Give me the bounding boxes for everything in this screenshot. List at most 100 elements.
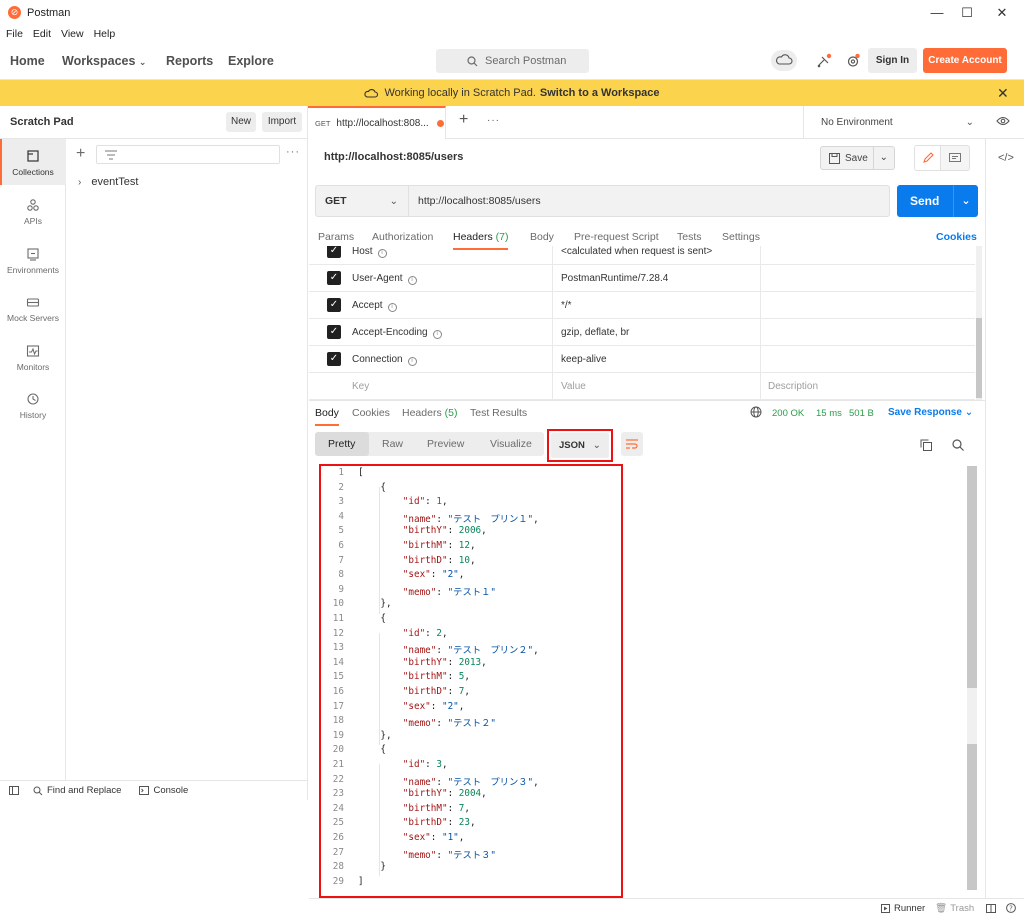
chevron-down-icon[interactable]: ⌄ bbox=[872, 147, 888, 169]
send-button[interactable]: Send ⌄ bbox=[897, 185, 978, 217]
comments-icon[interactable] bbox=[941, 145, 970, 171]
chevron-down-icon[interactable]: ⌄ bbox=[953, 185, 978, 217]
new-button[interactable]: New bbox=[226, 112, 256, 132]
nav-explore[interactable]: Explore bbox=[228, 54, 274, 68]
help-icon[interactable]: ? bbox=[1006, 903, 1017, 913]
create-account-button[interactable]: Create Account bbox=[923, 48, 1007, 73]
tab-tests[interactable]: Tests bbox=[677, 231, 702, 243]
response-tab-headers[interactable]: Headers (5) bbox=[402, 407, 457, 419]
trash-button[interactable]: Trash bbox=[950, 903, 974, 914]
sidebar-toggle-icon[interactable] bbox=[9, 786, 19, 795]
tab-pre-request-script[interactable]: Pre-request Script bbox=[574, 231, 659, 243]
edit-pencil-icon[interactable] bbox=[914, 145, 941, 171]
scrollbar-thumb[interactable] bbox=[976, 318, 982, 398]
view-preview[interactable]: Preview bbox=[427, 438, 464, 450]
rail-mock-servers[interactable]: Mock Servers bbox=[0, 295, 66, 323]
copy-icon[interactable] bbox=[920, 439, 932, 451]
cookies-link[interactable]: Cookies bbox=[936, 231, 977, 243]
info-icon[interactable]: i bbox=[387, 303, 397, 312]
switch-workspace-link[interactable]: Switch to a Workspace bbox=[540, 87, 660, 99]
info-icon[interactable]: i bbox=[377, 249, 387, 258]
response-tab-cookies[interactable]: Cookies bbox=[352, 407, 390, 419]
info-icon[interactable]: i bbox=[407, 276, 417, 285]
close-window-button[interactable]: ✕ bbox=[985, 0, 1019, 26]
request-tab[interactable]: GET http://localhost:808... bbox=[308, 106, 446, 139]
code-snippet-icon[interactable]: </> bbox=[998, 152, 1014, 164]
satellite-icon[interactable] bbox=[816, 53, 832, 69]
value-placeholder[interactable]: Value bbox=[561, 381, 586, 392]
menu-edit[interactable]: Edit bbox=[33, 28, 51, 40]
wrap-lines-icon[interactable] bbox=[621, 432, 643, 456]
tab-authorization[interactable]: Authorization bbox=[372, 231, 433, 243]
search-icon[interactable] bbox=[952, 439, 964, 451]
tab-settings[interactable]: Settings bbox=[722, 231, 760, 243]
response-size[interactable]: 501 B bbox=[849, 408, 874, 419]
view-visualize[interactable]: Visualize bbox=[490, 438, 532, 450]
row-checkbox[interactable]: ✓ bbox=[327, 271, 341, 285]
rail-apis[interactable]: APIs bbox=[0, 198, 66, 226]
collection-item[interactable]: › eventTest bbox=[78, 176, 138, 188]
menu-view[interactable]: View bbox=[61, 28, 84, 40]
minimize-button[interactable]: — bbox=[920, 0, 954, 26]
format-select[interactable]: JSON ⌄ bbox=[547, 429, 613, 462]
eye-icon[interactable] bbox=[996, 116, 1010, 126]
info-icon[interactable]: i bbox=[407, 357, 417, 366]
url-input[interactable]: http://localhost:8085/users bbox=[418, 195, 541, 207]
tab-more-icon[interactable]: ··· bbox=[487, 115, 500, 126]
code-line: "birthD": 10, bbox=[402, 554, 476, 566]
method-select[interactable]: GET ⌄ bbox=[316, 186, 409, 216]
row-checkbox[interactable]: ✓ bbox=[327, 298, 341, 312]
rail-collections[interactable]: Collections bbox=[0, 149, 66, 177]
sync-cloud-icon[interactable] bbox=[771, 50, 797, 71]
response-scrollbar[interactable] bbox=[967, 466, 977, 890]
rail-environments[interactable]: Environments bbox=[0, 247, 66, 275]
view-pretty[interactable]: Pretty bbox=[328, 438, 355, 450]
rail-monitors[interactable]: Monitors bbox=[0, 344, 66, 372]
console-button[interactable]: Console bbox=[153, 785, 188, 796]
headers-scrollbar[interactable] bbox=[976, 246, 982, 400]
maximize-button[interactable]: ☐ bbox=[950, 0, 984, 26]
nav-workspaces[interactable]: Workspaces ⌄ bbox=[62, 54, 146, 68]
info-icon[interactable]: i bbox=[432, 330, 442, 339]
line-number: 8 bbox=[338, 569, 344, 581]
sign-in-button[interactable]: Sign In bbox=[868, 48, 917, 73]
key-placeholder[interactable]: Key bbox=[352, 381, 369, 392]
response-tab-test-results[interactable]: Test Results bbox=[470, 407, 527, 419]
status-code[interactable]: 200 OK bbox=[772, 408, 804, 419]
settings-gear-icon[interactable] bbox=[845, 53, 861, 69]
scrollbar-thumb-lower[interactable] bbox=[967, 744, 977, 890]
row-checkbox[interactable]: ✓ bbox=[327, 246, 341, 258]
header-key: Accept i bbox=[352, 300, 397, 312]
search-box[interactable]: Search Postman bbox=[436, 49, 589, 73]
menu-help[interactable]: Help bbox=[94, 28, 116, 40]
find-replace-button[interactable]: Find and Replace bbox=[47, 785, 121, 796]
rail-history[interactable]: History bbox=[0, 392, 66, 420]
save-response-button[interactable]: Save Response ⌄ bbox=[888, 407, 973, 418]
banner-close-icon[interactable]: ✕ bbox=[997, 85, 1009, 102]
view-raw[interactable]: Raw bbox=[382, 438, 403, 450]
new-tab-icon[interactable]: + bbox=[459, 111, 468, 129]
tab-params[interactable]: Params bbox=[318, 231, 354, 243]
runner-button[interactable]: Runner bbox=[894, 903, 925, 914]
menu-file[interactable]: File bbox=[6, 28, 23, 40]
add-collection-icon[interactable]: + bbox=[76, 145, 85, 163]
row-checkbox[interactable]: ✓ bbox=[327, 352, 341, 366]
save-button[interactable]: Save ⌄ bbox=[820, 146, 895, 170]
code-line: "birthM": 5, bbox=[402, 671, 470, 683]
chevron-right-icon: › bbox=[78, 176, 82, 188]
tab-headers-label: Headers bbox=[453, 231, 493, 243]
response-tab-body[interactable]: Body bbox=[315, 407, 339, 426]
more-options-icon[interactable]: ··· bbox=[286, 146, 300, 158]
two-pane-icon[interactable] bbox=[986, 903, 997, 913]
response-time[interactable]: 15 ms bbox=[816, 408, 842, 419]
import-button[interactable]: Import bbox=[262, 112, 302, 132]
row-checkbox[interactable]: ✓ bbox=[327, 325, 341, 339]
tab-body[interactable]: Body bbox=[530, 231, 554, 243]
scrollbar-thumb[interactable] bbox=[967, 466, 977, 688]
environment-selector[interactable]: No Environment ⌄ bbox=[803, 106, 984, 139]
description-placeholder[interactable]: Description bbox=[768, 381, 818, 392]
nav-reports[interactable]: Reports bbox=[166, 54, 213, 68]
nav-home[interactable]: Home bbox=[10, 54, 45, 68]
line-number: 25 bbox=[332, 817, 344, 829]
collection-filter-input[interactable] bbox=[96, 145, 280, 164]
